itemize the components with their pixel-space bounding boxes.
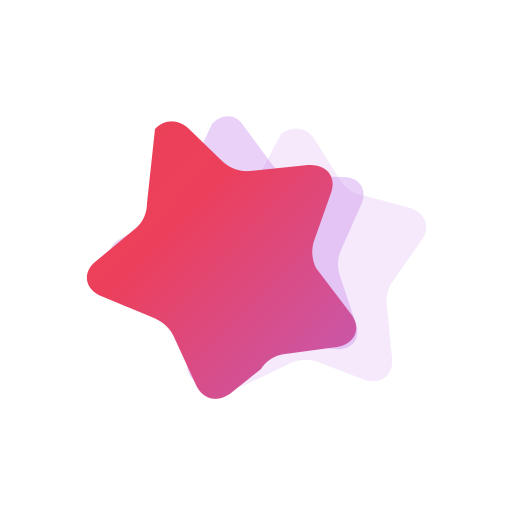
star-logo-icon <box>86 116 427 399</box>
app-logo-canvas <box>0 0 512 512</box>
